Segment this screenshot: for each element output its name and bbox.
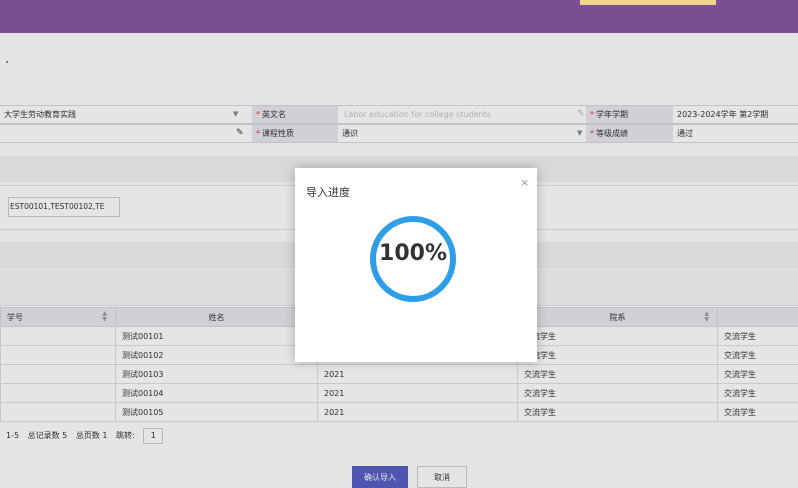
pagination: 1-5 总记录数 5 总页数 1 跳转: 1	[6, 428, 169, 444]
column-header-label: 姓名	[208, 312, 225, 322]
column-header-student-type[interactable]	[717, 307, 798, 327]
progress-percent: 100%	[379, 241, 447, 266]
total-records: 总记录数 5	[27, 431, 68, 440]
course-nature-label-text: 课程性质	[262, 129, 294, 138]
cell-student-type: 交流学生	[717, 383, 798, 403]
cell-name: 测试00101	[115, 326, 318, 346]
cell-department: 交流学生	[517, 402, 718, 422]
cell-name: 测试00105	[115, 402, 318, 422]
column-header-label: 学号	[7, 312, 23, 322]
bullet-dot	[6, 61, 8, 63]
page-range: 1-5	[6, 431, 20, 440]
grade-label-text: 等级成绩	[596, 129, 628, 138]
table-row[interactable]: 测试00104 2021 交流学生 交流学生	[0, 383, 798, 403]
caret-down-icon[interactable]: ▼	[233, 106, 238, 123]
pencil-icon[interactable]: ✎	[577, 106, 585, 123]
cell-student-id	[0, 364, 116, 384]
cell-student-id	[0, 383, 116, 403]
english-name-label-text: 英文名	[262, 110, 286, 119]
jump-label: 跳转:	[116, 431, 135, 440]
cell-grade-year: 2021	[317, 364, 518, 384]
required-mark: *	[256, 110, 260, 119]
course-nature-label: * 课程性质	[252, 125, 338, 142]
top-header-bar	[0, 0, 798, 33]
course-extra-input[interactable]	[0, 125, 230, 142]
cell-student-type: 交流学生	[717, 364, 798, 384]
term-select[interactable]: 2023-2024学年 第2学期	[673, 106, 798, 123]
cell-student-type: 交流学生	[717, 326, 798, 346]
sort-icon[interactable]: ▲ ▼	[704, 311, 709, 323]
cancel-button[interactable]: 取消	[417, 466, 467, 488]
cell-department: 交流学生	[517, 326, 718, 346]
cell-department: 交流学生	[517, 345, 718, 365]
grade-value: 通过	[677, 129, 693, 138]
student-ids-input[interactable]: EST00101,TEST00102,TE	[8, 197, 120, 217]
sort-icon[interactable]: ▲ ▼	[102, 311, 107, 323]
header-active-tab-indicator	[580, 0, 716, 5]
import-progress-dialog: 导入进度 × 100%	[295, 168, 537, 362]
course-nature-select[interactable]: 通识	[338, 125, 568, 142]
column-header-name[interactable]: 姓名	[115, 307, 318, 327]
cell-department: 交流学生	[517, 364, 718, 384]
cell-name: 测试00104	[115, 383, 318, 403]
close-icon[interactable]: ×	[520, 176, 529, 189]
cell-student-type: 交流学生	[717, 402, 798, 422]
jump-page-input[interactable]: 1	[143, 428, 164, 444]
term-label-text: 学年学期	[596, 110, 628, 119]
cell-name: 测试00103	[115, 364, 318, 384]
cell-grade-year: 2021	[317, 402, 518, 422]
required-mark: *	[590, 110, 594, 119]
column-header-student-id[interactable]: 学号 ▲ ▼	[0, 307, 116, 327]
cell-student-id	[0, 345, 116, 365]
column-header-label: 院系	[609, 312, 626, 322]
english-name-label: * 英文名	[252, 106, 338, 123]
cell-grade-year: 2021	[317, 383, 518, 403]
dialog-title: 导入进度	[306, 186, 350, 199]
cell-student-type: 交流学生	[717, 345, 798, 365]
required-mark: *	[256, 129, 260, 138]
term-label: * 学年学期	[586, 106, 673, 123]
form-row-nature: ✎ * 课程性质 通识 ▼ * 等级成绩 通过	[0, 124, 798, 143]
course-name-value: 大学生劳动教育实践	[4, 110, 76, 119]
table-row[interactable]: 测试00103 2021 交流学生 交流学生	[0, 364, 798, 384]
total-pages: 总页数 1	[75, 431, 108, 440]
term-value: 2023-2024学年 第2学期	[677, 110, 769, 119]
grade-value-field[interactable]: 通过	[673, 125, 798, 142]
grade-label: * 等级成绩	[586, 125, 673, 142]
form-row-course: 大学生劳动教育实践 ▼ * 英文名 Labor education for col…	[0, 105, 798, 124]
english-name-input[interactable]: Labor education for college students	[338, 106, 568, 123]
cell-student-id	[0, 402, 116, 422]
pencil-icon[interactable]: ✎	[236, 125, 244, 142]
table-row[interactable]: 测试00105 2021 交流学生 交流学生	[0, 402, 798, 422]
cell-department: 交流学生	[517, 383, 718, 403]
cell-name: 测试00102	[115, 345, 318, 365]
cell-student-id	[0, 326, 116, 346]
column-header-department[interactable]: 院系 ▲ ▼	[517, 307, 718, 327]
caret-down-icon[interactable]: ▼	[577, 125, 582, 142]
course-nature-value: 通识	[342, 129, 358, 138]
confirm-import-button[interactable]: 确认导入	[352, 466, 408, 488]
course-name-select[interactable]: 大学生劳动教育实践	[0, 106, 230, 123]
required-mark: *	[590, 129, 594, 138]
